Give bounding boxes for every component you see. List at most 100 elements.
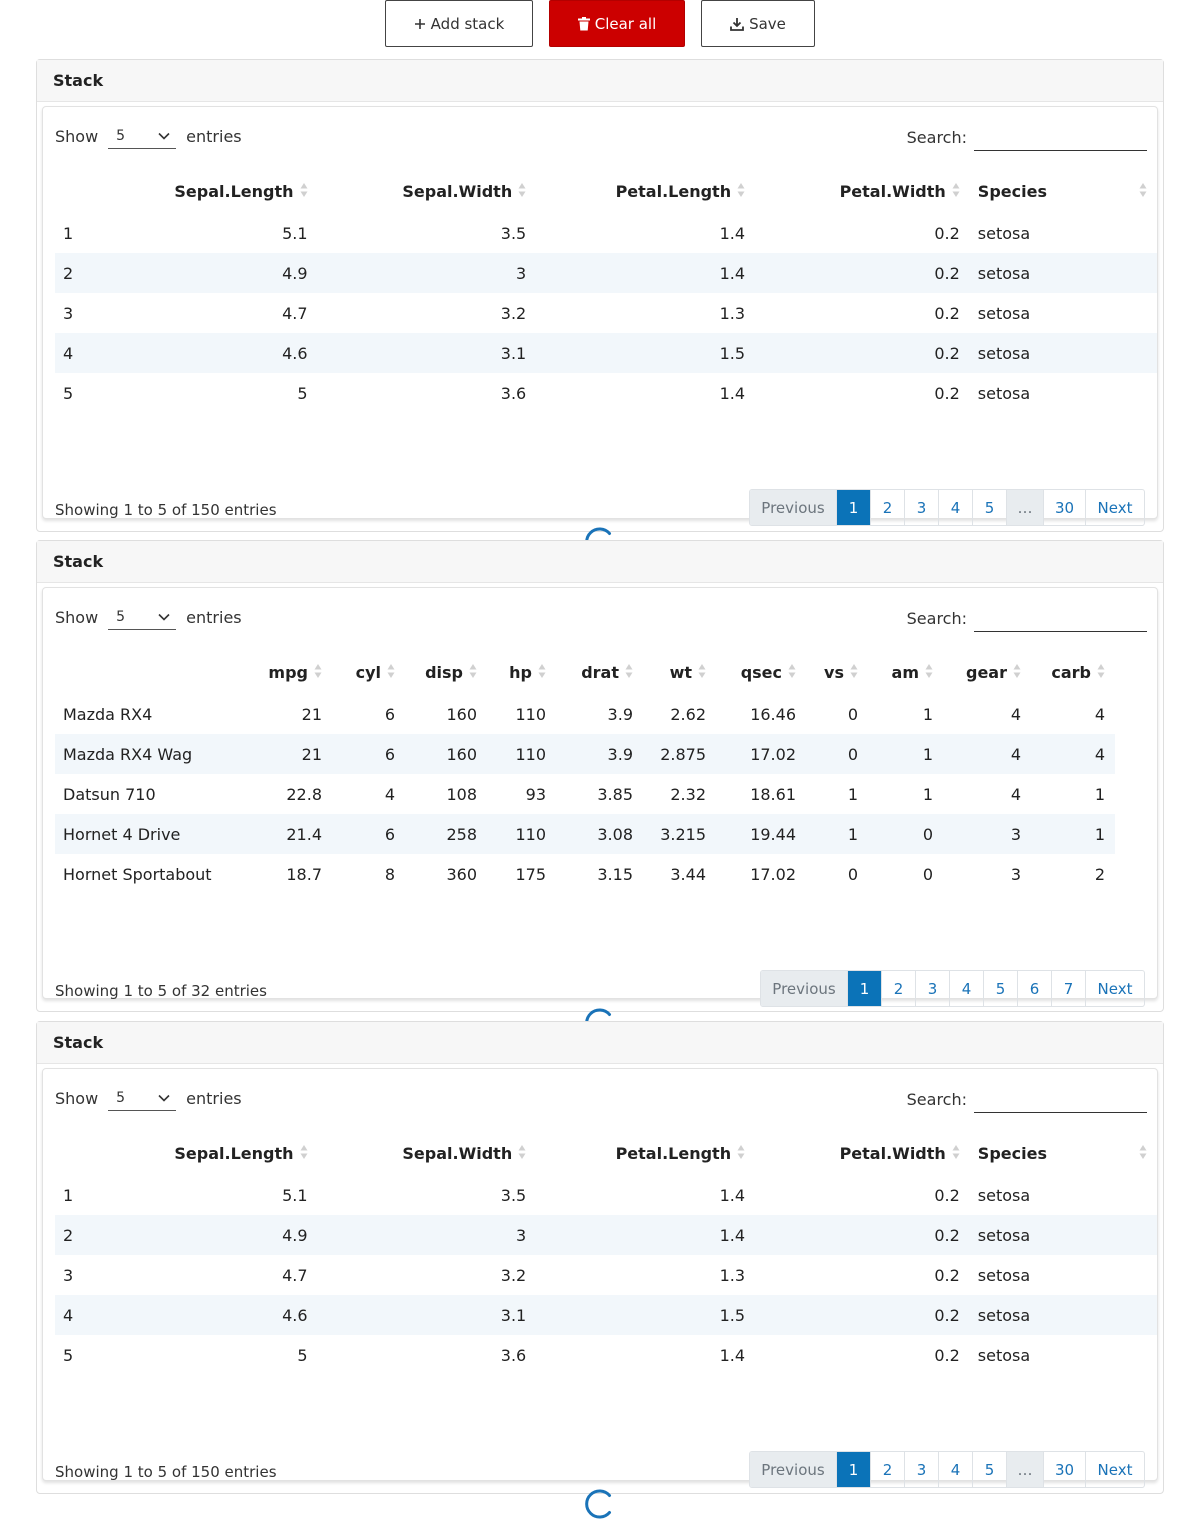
toolbar: Add stack Clear all Save <box>0 0 1200 47</box>
table-row[interactable]: 4 4.6 3.1 1.5 0.2 setosa <box>55 333 1157 373</box>
table-cell: Mazda RX4 Wag <box>55 734 249 774</box>
page-button[interactable]: 6 <box>1018 971 1052 1006</box>
page-length-select[interactable]: 5 <box>108 604 177 630</box>
column-header[interactable]: mpg <box>249 652 332 694</box>
table-row[interactable]: 4 4.6 3.1 1.5 0.2 setosa <box>55 1295 1157 1335</box>
table-cell: 110 <box>487 694 556 734</box>
column-header[interactable]: cyl <box>332 652 405 694</box>
column-header[interactable]: Species <box>970 1133 1157 1175</box>
save-button[interactable]: Save <box>701 0 815 47</box>
table-row[interactable]: Mazda RX4 21 6 160 110 3.9 2.62 16.46 0 1 4 4 <box>55 694 1115 734</box>
search-input[interactable] <box>974 123 1147 151</box>
column-header[interactable]: Sepal.Length <box>134 1133 318 1175</box>
table-cell: 160 <box>405 694 487 734</box>
table-row[interactable]: 5 5 3.6 1.4 0.2 setosa <box>55 373 1157 413</box>
search-input[interactable] <box>974 1085 1147 1113</box>
table-cell: 22.8 <box>249 774 332 814</box>
table-cell: 360 <box>405 854 487 894</box>
column-header-label: gear <box>966 662 1007 682</box>
download-icon <box>730 17 744 31</box>
table-cell: 3.44 <box>643 854 716 894</box>
table-cell: Hornet 4 Drive <box>55 814 249 854</box>
next-page-button[interactable]: Next <box>1086 490 1144 525</box>
next-page-button[interactable]: Next <box>1086 971 1144 1006</box>
table-row[interactable]: 2 4.9 3 1.4 0.2 setosa <box>55 1215 1157 1255</box>
column-header[interactable]: Sepal.Width <box>318 171 537 213</box>
column-header[interactable]: hp <box>487 652 556 694</box>
table-row[interactable]: Hornet Sportabout 18.7 8 360 175 3.15 3.44 17.0… <box>55 854 1115 894</box>
column-header[interactable]: Petal.Length <box>536 1133 755 1175</box>
table-row[interactable]: 1 5.1 3.5 1.4 0.2 setosa <box>55 1175 1157 1215</box>
chevron-down-icon <box>158 1090 170 1106</box>
table-row[interactable]: Hornet 4 Drive 21.4 6 258 110 3.08 3.215 19.44 1… <box>55 814 1115 854</box>
table-row[interactable]: 2 4.9 3 1.4 0.2 setosa <box>55 253 1157 293</box>
column-header[interactable]: Species <box>970 171 1157 213</box>
sort-icon <box>300 1144 308 1164</box>
page-button[interactable]: 4 <box>939 490 973 525</box>
table-cell: 3.2 <box>317 1255 537 1295</box>
previous-page-button[interactable]: Previous <box>761 971 848 1006</box>
table-cell: 17.02 <box>716 734 806 774</box>
page-button[interactable]: 30 <box>1044 1452 1086 1487</box>
page-button[interactable]: 5 <box>973 1452 1007 1487</box>
table-cell: setosa <box>969 333 1157 373</box>
column-header[interactable]: carb <box>1031 652 1115 694</box>
column-header-label: Petal.Width <box>839 1143 946 1163</box>
column-header[interactable]: disp <box>405 652 487 694</box>
page-button[interactable]: 2 <box>882 971 916 1006</box>
column-header[interactable]: Petal.Length <box>536 171 755 213</box>
page-length-select[interactable]: 5 <box>108 123 177 149</box>
page-button[interactable]: 7 <box>1052 971 1086 1006</box>
stack-header: Stack <box>37 541 1163 583</box>
page-length-select[interactable]: 5 <box>108 1085 177 1111</box>
column-header-label: Sepal.Width <box>402 1143 513 1163</box>
page-button[interactable]: 3 <box>916 971 950 1006</box>
column-header[interactable]: wt <box>643 652 716 694</box>
column-header[interactable]: Petal.Width <box>755 1133 970 1175</box>
table-cell: 4.9 <box>133 253 318 293</box>
page-button[interactable]: 3 <box>905 490 939 525</box>
page-button-active[interactable]: 1 <box>848 971 882 1006</box>
page-button[interactable]: 5 <box>973 490 1007 525</box>
table-row[interactable]: 1 5.1 3.5 1.4 0.2 setosa <box>55 213 1157 253</box>
previous-page-button[interactable]: Previous <box>750 1452 837 1487</box>
column-header[interactable]: qsec <box>716 652 806 694</box>
page-button[interactable]: 3 <box>905 1452 939 1487</box>
page-button-active[interactable]: 1 <box>837 490 871 525</box>
add-stack-button[interactable]: Add stack <box>385 0 533 47</box>
table-cell: 1.4 <box>536 1335 756 1375</box>
sort-icon <box>850 663 858 683</box>
table-cell: 3.6 <box>317 1335 537 1375</box>
next-page-button[interactable]: Next <box>1086 1452 1144 1487</box>
table-row[interactable]: Datsun 710 22.8 4 108 93 3.85 2.32 18.61 1 1 4 1 <box>55 774 1115 814</box>
table-cell: 1 <box>806 774 868 814</box>
column-header-label: Sepal.Width <box>402 181 513 201</box>
page-button-active[interactable]: 1 <box>837 1452 871 1487</box>
table-row[interactable]: 3 4.7 3.2 1.3 0.2 setosa <box>55 1255 1157 1295</box>
clear-all-button[interactable]: Clear all <box>549 0 685 47</box>
page-button[interactable]: 5 <box>984 971 1018 1006</box>
column-header[interactable]: Sepal.Width <box>318 1133 537 1175</box>
table-row[interactable]: Mazda RX4 Wag 21 6 160 110 3.9 2.875 17.02 0 1 4 4 <box>55 734 1115 774</box>
page-button[interactable]: 30 <box>1044 490 1086 525</box>
page-button[interactable]: 4 <box>950 971 984 1006</box>
page-button[interactable]: 2 <box>871 1452 905 1487</box>
search-label: Search: <box>906 127 967 147</box>
sort-icon <box>625 663 633 683</box>
search-input[interactable] <box>974 604 1147 632</box>
page-button[interactable]: 2 <box>871 490 905 525</box>
column-header[interactable]: am <box>868 652 943 694</box>
column-header[interactable]: vs <box>806 652 868 694</box>
table-cell: 2.875 <box>643 734 716 774</box>
page-button[interactable]: 4 <box>939 1452 973 1487</box>
previous-page-button[interactable]: Previous <box>750 490 837 525</box>
column-header[interactable]: gear <box>943 652 1031 694</box>
table-cell: 4 <box>943 694 1031 734</box>
table-cell: 4 <box>55 333 134 373</box>
column-header[interactable]: Petal.Width <box>755 171 970 213</box>
table-cell: 0.2 <box>755 293 970 333</box>
column-header[interactable]: drat <box>556 652 643 694</box>
table-row[interactable]: 5 5 3.6 1.4 0.2 setosa <box>55 1335 1157 1375</box>
table-row[interactable]: 3 4.7 3.2 1.3 0.2 setosa <box>55 293 1157 333</box>
column-header[interactable]: Sepal.Length <box>134 171 318 213</box>
